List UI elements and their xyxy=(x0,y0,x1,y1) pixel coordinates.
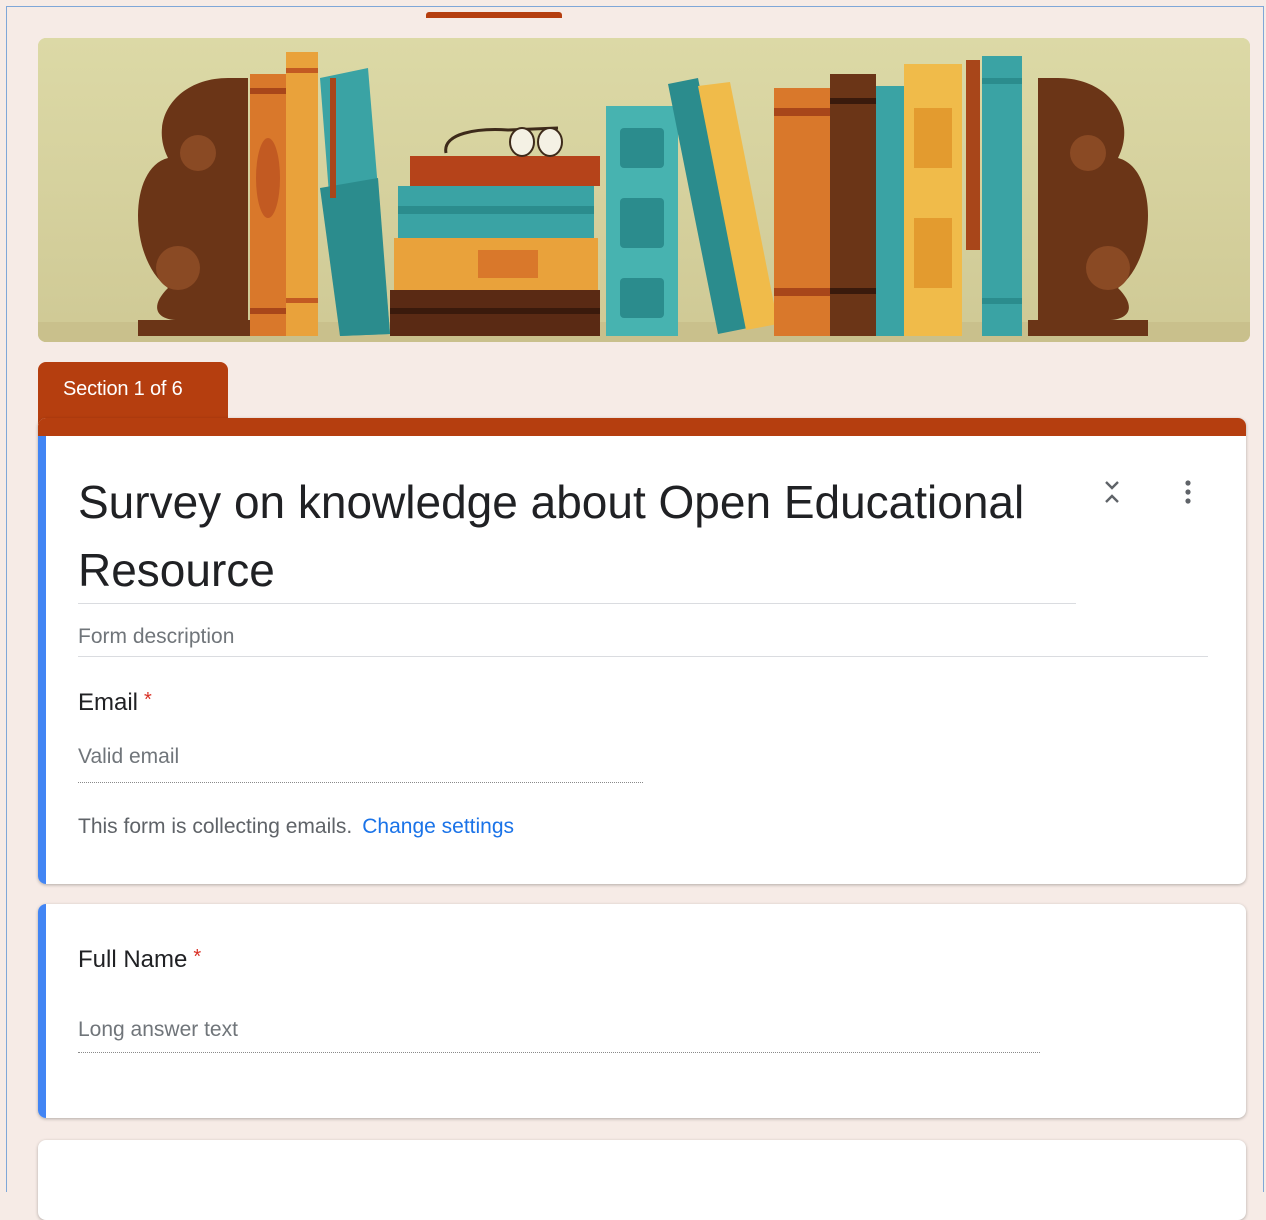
collapse-icon[interactable] xyxy=(1094,474,1130,510)
email-label-text: Email xyxy=(78,689,139,716)
long-answer-line xyxy=(78,1052,1040,1053)
title-underline xyxy=(78,603,1076,604)
long-answer-placeholder: Long answer text xyxy=(78,1018,238,1041)
email-question-label: Email * xyxy=(78,689,152,717)
question-card-next[interactable] xyxy=(38,1140,1246,1220)
email-answer-line xyxy=(78,782,643,783)
active-tab-indicator xyxy=(426,12,562,18)
focus-indicator-bar xyxy=(38,904,46,1118)
description-underline xyxy=(78,656,1208,657)
change-settings-link[interactable]: Change settings xyxy=(362,815,514,838)
header-banner-image xyxy=(38,38,1250,342)
theme-stripe xyxy=(38,418,1246,436)
form-title[interactable]: Survey on knowledge about Open Education… xyxy=(78,468,1078,604)
required-asterisk: * xyxy=(193,946,202,968)
email-answer-placeholder: Valid email xyxy=(78,745,180,768)
collecting-emails-text: This form is collecting emails. xyxy=(78,815,353,838)
full-name-question-label: Full Name * xyxy=(78,946,201,974)
focus-indicator-bar xyxy=(38,436,46,884)
section-tab-label: Section 1 of 6 xyxy=(63,378,183,400)
full-name-label-text: Full Name xyxy=(78,946,188,973)
more-vert-icon[interactable] xyxy=(1170,474,1206,510)
collecting-emails-note: This form is collecting emails. Change se… xyxy=(78,815,514,839)
required-asterisk: * xyxy=(144,689,152,711)
question-card-full-name[interactable]: Full Name * Long answer text xyxy=(38,904,1246,1118)
form-description-input[interactable]: Form description xyxy=(78,625,234,649)
form-header-card[interactable]: Survey on knowledge about Open Education… xyxy=(38,418,1246,884)
section-tab: Section 1 of 6 xyxy=(38,362,228,424)
